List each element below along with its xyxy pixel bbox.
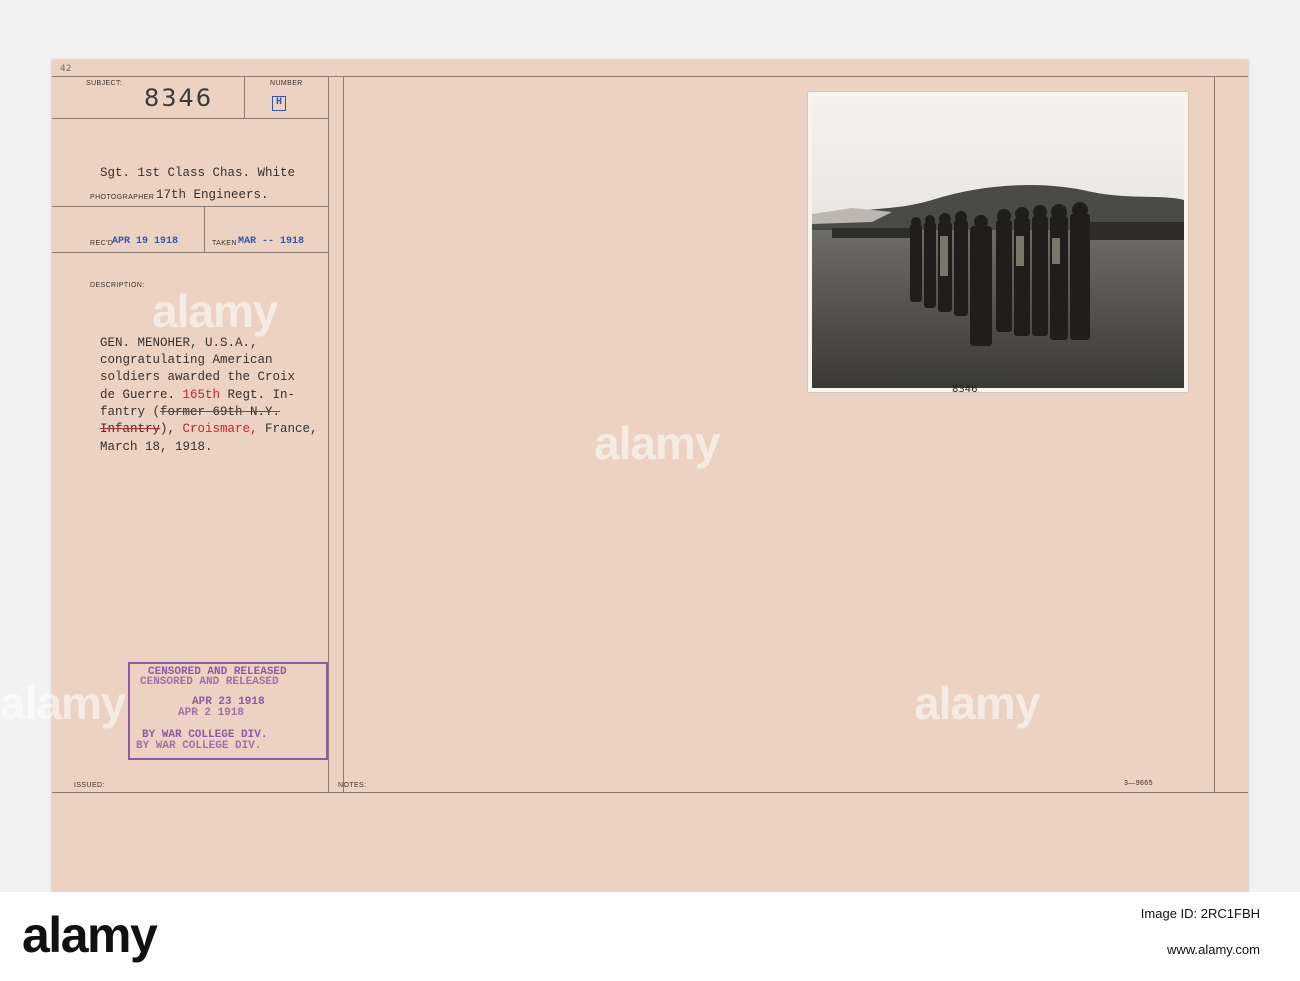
date-bottom-line <box>52 252 328 253</box>
description-line-4: de Guerre. 165th Regt. In- <box>100 388 295 402</box>
photographer-label: PHOTOGRAPHER <box>90 194 155 201</box>
subject-value: 8346 <box>144 84 214 112</box>
stamp-line-2: CENSORED AND RELEASED <box>140 676 279 688</box>
watermark-center: alamy <box>594 417 720 469</box>
description-line-1: GEN. MENOHER, U.S.A., <box>100 336 258 350</box>
corner-note: 42 <box>60 64 72 74</box>
image-id: Image ID: 2RC1FBH <box>1140 906 1260 921</box>
main-frame-left <box>343 76 344 792</box>
subject-label: SUBJECT: <box>86 80 123 87</box>
description-line-2: congratulating American <box>100 353 273 367</box>
recd-label: REC'D <box>90 240 114 247</box>
description-l5-pre: fantry ( <box>100 405 161 419</box>
description-l6-mid: ), <box>160 422 183 436</box>
alamy-logo: alamy <box>22 907 158 963</box>
number-label: NUMBER <box>270 80 303 87</box>
number-value: H <box>276 97 283 108</box>
regiment-number: 165th <box>182 388 221 402</box>
photographer-bottom-line <box>52 206 328 207</box>
recd-divider <box>204 206 205 252</box>
stock-footer-banner: alamy Image ID: 2RC1FBH www.alamy.com <box>0 892 1300 981</box>
stamp-line-4: APR 2 1918 <box>178 707 245 719</box>
description-l4-post: Regt. In- <box>220 388 296 402</box>
form-code: 3—9665 <box>1124 780 1153 787</box>
photographer-name: Sgt. 1st Class Chas. White <box>100 166 296 180</box>
taken-label: TAKEN <box>212 240 237 247</box>
subject-divider <box>244 76 245 118</box>
struck-former-unit: former 69th N.Y. <box>160 405 281 419</box>
photographer-unit: 17th Engineers. <box>156 188 269 202</box>
struck-infantry: Infantry <box>100 422 161 436</box>
description-l6-post: France, <box>257 422 318 436</box>
watermark-top: alamy <box>152 285 278 337</box>
location-name: Croismare, <box>182 422 258 436</box>
description-line-5: fantry (former 69th N.Y. <box>100 405 280 419</box>
description-line-6: Infantry), Croismare, France, <box>100 422 318 436</box>
censored-stamp: CENSORED AND RELEASED CENSORED AND RELEA… <box>128 662 328 760</box>
mounted-photograph: 8346 <box>808 92 1188 395</box>
description-line-3: soldiers awarded the Croix <box>100 370 296 384</box>
description-label: DESCRIPTION: <box>90 282 145 289</box>
stamp-line-6: BY WAR COLLEGE DIV. <box>136 740 262 752</box>
frame-left-col-right-line <box>328 76 329 792</box>
number-value-box: H <box>272 96 286 111</box>
watermark-right: alamy <box>914 677 1040 729</box>
issued-label: ISSUED: <box>74 782 105 789</box>
notes-label: NOTES: <box>338 782 367 789</box>
taken-date: MAR -- 1918 <box>238 236 305 247</box>
photo-scene <box>812 96 1184 388</box>
main-frame-inner-top <box>343 76 1215 77</box>
photo-caption: 8346 <box>952 384 978 395</box>
description-l4-pre: de Guerre. <box>100 388 183 402</box>
archive-record-card: 42 SUBJECT: 8346 NUMBER H Sgt. 1st Class… <box>52 60 1248 892</box>
main-frame-right <box>1214 76 1215 792</box>
subject-bottom-line <box>52 118 328 119</box>
watermark-left: alamy <box>0 677 126 729</box>
recd-date: APR 19 1918 <box>112 236 179 247</box>
frame-bottom-line <box>52 792 1248 793</box>
site-url: www.alamy.com <box>1167 942 1260 957</box>
description-line-7: March 18, 1918. <box>100 440 213 454</box>
